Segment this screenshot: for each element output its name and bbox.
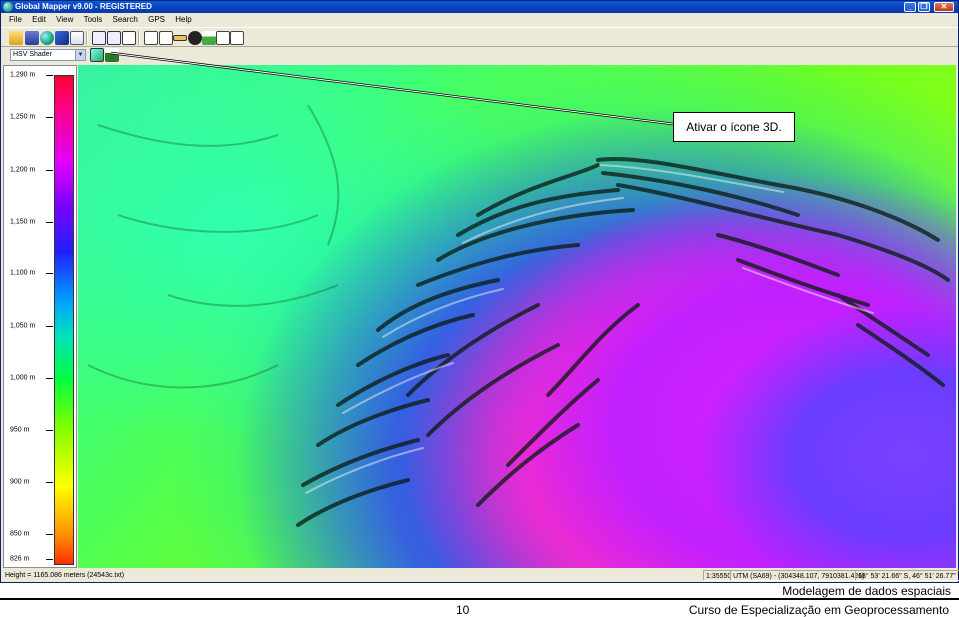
callout-label: Ativar o ícone 3D.: [673, 112, 795, 142]
footer-divider: [0, 598, 959, 600]
utm-readout: UTM (SA69) - (304348.107, 7910381.426): [730, 570, 868, 581]
course-name: Curso de Especialização em Geoprocessame…: [688, 603, 949, 617]
status-bar: Height = 1165.086 meters (24543c.txt) 1:…: [1, 569, 959, 582]
height-readout: Height = 1165.086 meters (24543c.txt): [5, 572, 125, 579]
latlon-readout: 18° 53' 21.66" S, 46° 51' 26.77" W: [855, 570, 959, 581]
slide-title: Modelagem de dados espaciais: [782, 584, 951, 598]
page-number: 10: [456, 603, 470, 617]
callout-pointer: [110, 51, 674, 126]
application-window: Global Mapper v9.00 - REGISTERED _ ❐ ✕ F…: [0, 0, 959, 583]
